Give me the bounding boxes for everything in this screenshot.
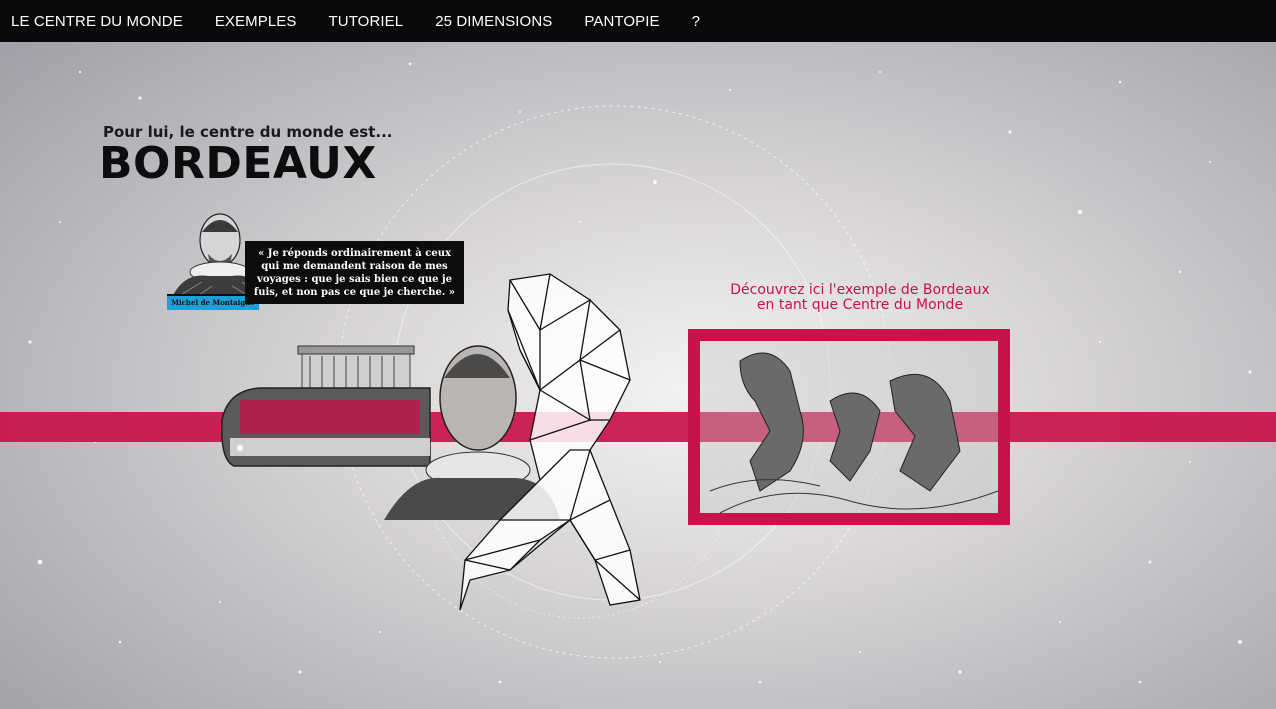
nav-25-dimensions[interactable]: 25 DIMENSIONS [435,13,552,30]
headline-city: BORDEAUX [99,138,377,189]
horses-fountain-illustration [700,341,998,513]
discover-line-2: en tant que Centre du Monde [756,297,964,313]
bordeaux-example-frame[interactable] [688,329,1010,525]
nav-le-centre-du-monde[interactable]: LE CENTRE DU MONDE [11,13,183,30]
nav-help[interactable]: ? [692,13,700,30]
nav-tutoriel[interactable]: TUTORIEL [329,13,404,30]
top-navigation: LE CENTRE DU MONDE EXEMPLES TUTORIEL 25 … [0,0,1276,42]
tram-illustration [221,387,431,467]
discover-bordeaux-link[interactable]: Découvrez ici l'exemple de Bordeaux en t… [720,283,1000,313]
bordeaux-collage-illustration [221,273,641,611]
nav-pantopie[interactable]: PANTOPIE [584,13,659,30]
nav-exemples[interactable]: EXEMPLES [215,13,297,30]
discover-line-1: Découvrez ici l'exemple de Bordeaux [730,282,990,298]
